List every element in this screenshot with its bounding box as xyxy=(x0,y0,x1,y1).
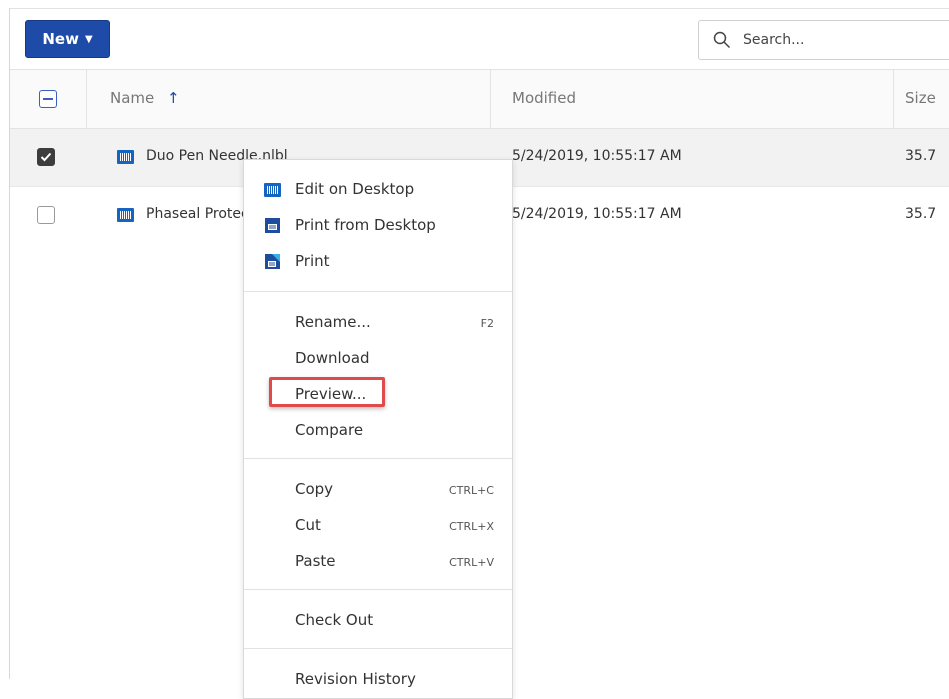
column-header-modified[interactable]: Modified xyxy=(512,89,576,107)
menu-shortcut: CTRL+C xyxy=(448,484,494,497)
file-modified: 5/24/2019, 10:55:17 AM xyxy=(512,148,682,164)
search-icon xyxy=(713,31,731,49)
menu-item-cut[interactable]: Cut CTRL+X xyxy=(244,510,512,540)
menu-separator xyxy=(244,589,512,590)
menu-item-edit-on-desktop[interactable]: Edit on Desktop xyxy=(244,174,512,204)
menu-item-label: Revision History xyxy=(295,670,416,688)
menu-item-label: Download xyxy=(295,349,370,367)
checkmark-icon xyxy=(40,152,52,162)
menu-shortcut: CTRL+X xyxy=(449,520,494,533)
menu-item-label: Compare xyxy=(295,421,364,439)
search-box[interactable] xyxy=(698,20,949,60)
label-file-icon xyxy=(117,150,134,164)
context-menu: Edit on Desktop Print from Desktop Print… xyxy=(243,159,513,699)
label-file-icon xyxy=(117,208,134,222)
search-input[interactable] xyxy=(741,31,945,49)
select-all-checkbox[interactable] xyxy=(39,90,57,108)
column-header-name-label: Name xyxy=(110,89,155,107)
menu-item-revision-history[interactable]: Revision History xyxy=(244,664,512,694)
menu-item-copy[interactable]: Copy CTRL+C xyxy=(244,474,512,504)
menu-shortcut: F2 xyxy=(480,317,494,330)
menu-item-compare[interactable]: Compare xyxy=(244,415,512,445)
column-divider xyxy=(86,70,87,128)
table-header: Name ↑ Modified Size xyxy=(10,69,949,129)
menu-item-print-from-desktop[interactable]: Print from Desktop xyxy=(244,210,512,240)
menu-separator xyxy=(244,458,512,459)
print-desktop-icon xyxy=(265,218,280,233)
column-header-name[interactable]: Name ↑ xyxy=(110,89,180,107)
new-button-label: New xyxy=(42,30,79,48)
caret-down-icon: ▼ xyxy=(84,33,93,45)
file-size: 35.7 xyxy=(905,206,937,222)
toolbar: New ▼ xyxy=(10,9,949,69)
file-size: 35.7 xyxy=(905,148,937,164)
menu-item-label: Copy xyxy=(295,480,334,498)
barcode-label-icon xyxy=(264,183,281,197)
menu-item-label: Cut xyxy=(295,516,321,534)
column-divider[interactable] xyxy=(490,70,491,128)
row-checkbox[interactable] xyxy=(37,148,55,166)
menu-item-label: Paste xyxy=(295,552,336,570)
file-modified: 5/24/2019, 10:55:17 AM xyxy=(512,206,682,222)
print-icon xyxy=(265,254,280,269)
column-divider[interactable] xyxy=(893,70,894,128)
menu-item-paste[interactable]: Paste CTRL+V xyxy=(244,546,512,576)
row-checkbox[interactable] xyxy=(37,206,55,224)
new-button[interactable]: New ▼ xyxy=(25,20,110,58)
menu-separator xyxy=(244,648,512,649)
menu-shortcut: CTRL+V xyxy=(449,556,494,569)
menu-item-label: Rename... xyxy=(295,313,371,331)
menu-item-label: Edit on Desktop xyxy=(295,180,415,198)
sort-arrow-icon: ↑ xyxy=(167,89,180,107)
column-header-size[interactable]: Size xyxy=(905,89,936,107)
menu-item-print[interactable]: Print xyxy=(244,246,512,276)
menu-item-label: Print xyxy=(295,252,330,270)
preview-highlight-annotation xyxy=(269,377,385,407)
menu-item-label: Check Out xyxy=(295,611,374,629)
menu-separator xyxy=(244,291,512,292)
menu-item-rename[interactable]: Rename... F2 xyxy=(244,307,512,337)
menu-item-check-out[interactable]: Check Out xyxy=(244,605,512,635)
menu-item-label: Print from Desktop xyxy=(295,216,436,234)
menu-item-download[interactable]: Download xyxy=(244,343,512,373)
